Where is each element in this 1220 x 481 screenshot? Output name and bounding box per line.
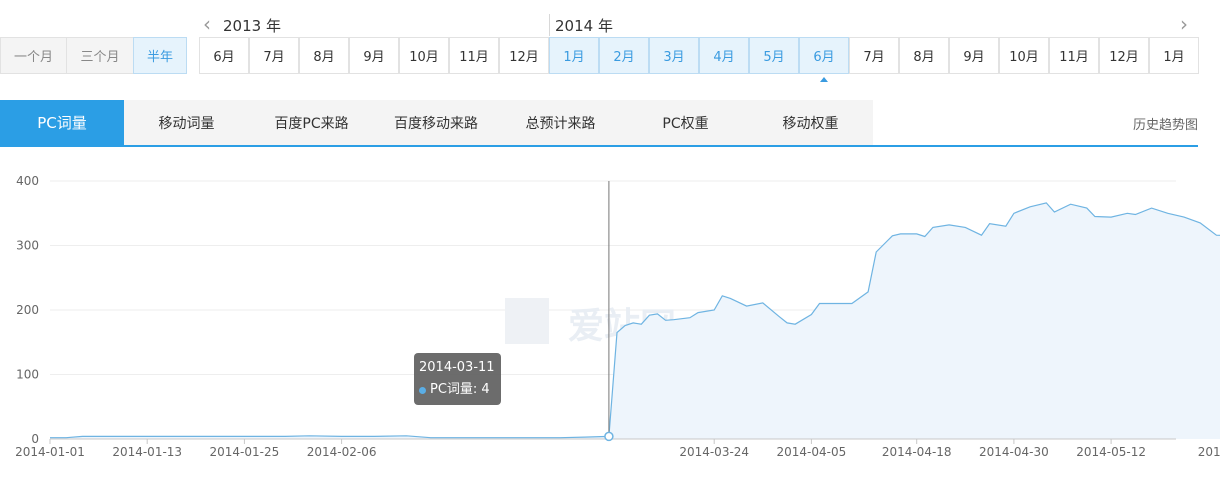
chevron-left-icon[interactable]: ‹ (203, 13, 211, 35)
month-cell[interactable]: 7月 (249, 37, 299, 74)
x-tick-label: 2014-04-05 (777, 445, 847, 459)
y-tick-label: 300 (16, 239, 39, 253)
month-cell[interactable]: 10月 (999, 37, 1049, 74)
x-tick-label: 2014-01-01 (15, 445, 85, 459)
x-tick-label: 2014-01-25 (210, 445, 280, 459)
x-tick-label: 2014-05-12 (1076, 445, 1146, 459)
x-tick-label: 2014-05-27 (1198, 445, 1220, 459)
tab-0[interactable]: PC词量 (0, 100, 124, 145)
month-cell[interactable]: 9月 (349, 37, 399, 74)
month-cell[interactable]: 4月 (699, 37, 749, 74)
year-label-2014: 2014 年 (555, 17, 613, 35)
y-tick-label: 200 (16, 303, 39, 317)
y-tick-label: 0 (31, 432, 39, 446)
series-area (50, 202, 1220, 439)
month-cell[interactable]: 1月 (1149, 37, 1199, 74)
y-tick-label: 100 (16, 368, 39, 382)
month-cell[interactable]: 9月 (949, 37, 999, 74)
y-tick-label: 400 (16, 174, 39, 188)
month-cell[interactable]: 12月 (499, 37, 549, 74)
selected-month-caret (820, 77, 828, 82)
history-trend-link[interactable]: 历史趋势图 (1133, 114, 1198, 133)
tooltip-value: PC词量: 4 (430, 382, 490, 397)
month-cell[interactable]: 12月 (1099, 37, 1149, 74)
x-tick-label: 2014-04-30 (979, 445, 1049, 459)
tab-2[interactable]: 百度PC来路 (249, 100, 374, 145)
month-cell[interactable]: 6月 (199, 37, 249, 74)
x-tick-label: 2014-02-06 (307, 445, 377, 459)
x-axis-ticks: 2014-01-01 2014-01-13 2014-01-25 2014-02-06… (15, 439, 1220, 459)
x-tick-label: 2014-03-24 (679, 445, 749, 459)
month-cell[interactable]: 10月 (399, 37, 449, 74)
chart-grid (50, 180, 1176, 375)
range-button-2[interactable]: 半年 (133, 37, 187, 74)
month-cell[interactable]: 3月 (649, 37, 699, 74)
month-cell[interactable]: 11月 (449, 37, 499, 74)
x-tick-label: 2014-04-18 (882, 445, 952, 459)
range-button-1[interactable]: 三个月 (66, 37, 134, 74)
tab-5[interactable]: PC权重 (623, 100, 748, 145)
month-cell[interactable]: 5月 (749, 37, 799, 74)
month-cell[interactable]: 6月 (799, 37, 849, 74)
tab-6[interactable]: 移动权重 (748, 100, 873, 145)
tooltip-date: 2014-03-11 (419, 360, 495, 375)
month-cell[interactable]: 2月 (599, 37, 649, 74)
watermark-logo (505, 298, 549, 344)
x-tick-label: 2014-01-13 (112, 445, 182, 459)
hover-marker (604, 431, 614, 442)
series-line (50, 202, 1220, 439)
tab-underline (0, 145, 1198, 147)
month-cell[interactable]: 7月 (849, 37, 899, 74)
year-divider (549, 14, 550, 36)
year-label-2013: 2013 年 (223, 17, 281, 35)
tab-1[interactable]: 移动词量 (124, 100, 249, 145)
series-dot-icon (419, 386, 426, 394)
y-axis-ticks: 0 100 200 300 400 (16, 174, 39, 446)
month-cell[interactable]: 11月 (1049, 37, 1099, 74)
watermark-text: 爱站网 (568, 306, 676, 347)
tab-3[interactable]: 百度移动来路 (374, 100, 498, 145)
chart-tooltip: 2014-03-11 PC词量: 4 (414, 353, 501, 405)
month-cell[interactable]: 8月 (299, 37, 349, 74)
range-button-0[interactable]: 一个月 (0, 37, 67, 74)
month-cell[interactable]: 1月 (549, 37, 599, 74)
tab-4[interactable]: 总预计来路 (498, 100, 623, 145)
watermark: 爱站网 (505, 298, 676, 347)
chevron-right-icon[interactable]: › (1180, 13, 1188, 35)
month-cell[interactable]: 8月 (899, 37, 949, 74)
